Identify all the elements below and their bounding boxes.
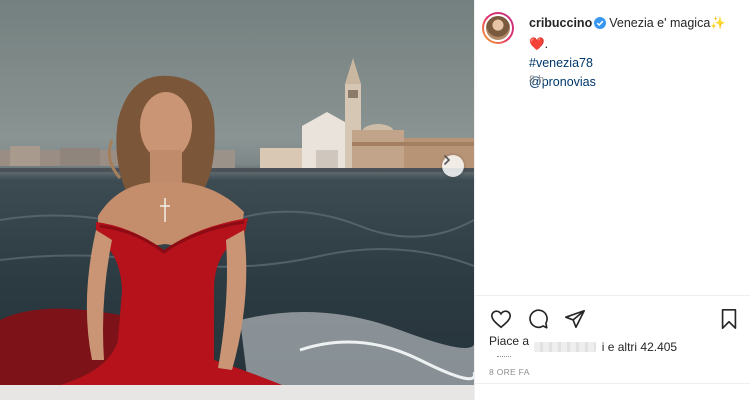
mention-link[interactable]: @pronovias <box>529 73 744 92</box>
likes-prefix: Piace a <box>489 334 530 348</box>
likers-avatars <box>497 351 511 357</box>
avatar[interactable] <box>482 12 514 44</box>
caption: cribuccino Venezia e' magica✨❤️. #venezia… <box>529 14 744 92</box>
likes-usernames-blurred <box>534 342 597 352</box>
bookmark-icon <box>721 309 737 329</box>
comment-timestamp: 8 h <box>529 74 545 86</box>
likes-suffix: i e altri 42.405 <box>601 340 678 354</box>
comment-button[interactable] <box>526 307 550 331</box>
chevron-right-icon <box>444 155 451 165</box>
heart-icon <box>491 310 511 329</box>
avatar-image <box>484 14 512 42</box>
hashtag-link[interactable]: #venezia78 <box>529 54 744 73</box>
share-icon <box>565 309 585 329</box>
like-button[interactable] <box>489 307 513 331</box>
divider-bottom <box>475 383 750 384</box>
username-link[interactable]: cribuccino <box>529 16 592 30</box>
action-bar <box>489 307 741 331</box>
likes-summary[interactable]: Piace a i e altri 42.405 <box>489 334 678 354</box>
post-photo[interactable] <box>0 0 474 400</box>
comment-icon <box>529 309 548 329</box>
post-timestamp[interactable]: 8 ORE FA <box>489 367 530 377</box>
post-side-panel: cribuccino Venezia e' magica✨❤️. #venezia… <box>474 0 750 400</box>
caption-text: Venezia e' magica <box>609 16 711 30</box>
save-button[interactable] <box>717 307 741 331</box>
venice-photo-illustration <box>0 58 474 400</box>
divider <box>475 295 750 296</box>
share-button[interactable] <box>563 307 587 331</box>
verified-icon <box>594 16 607 35</box>
next-image-button[interactable] <box>442 155 464 177</box>
